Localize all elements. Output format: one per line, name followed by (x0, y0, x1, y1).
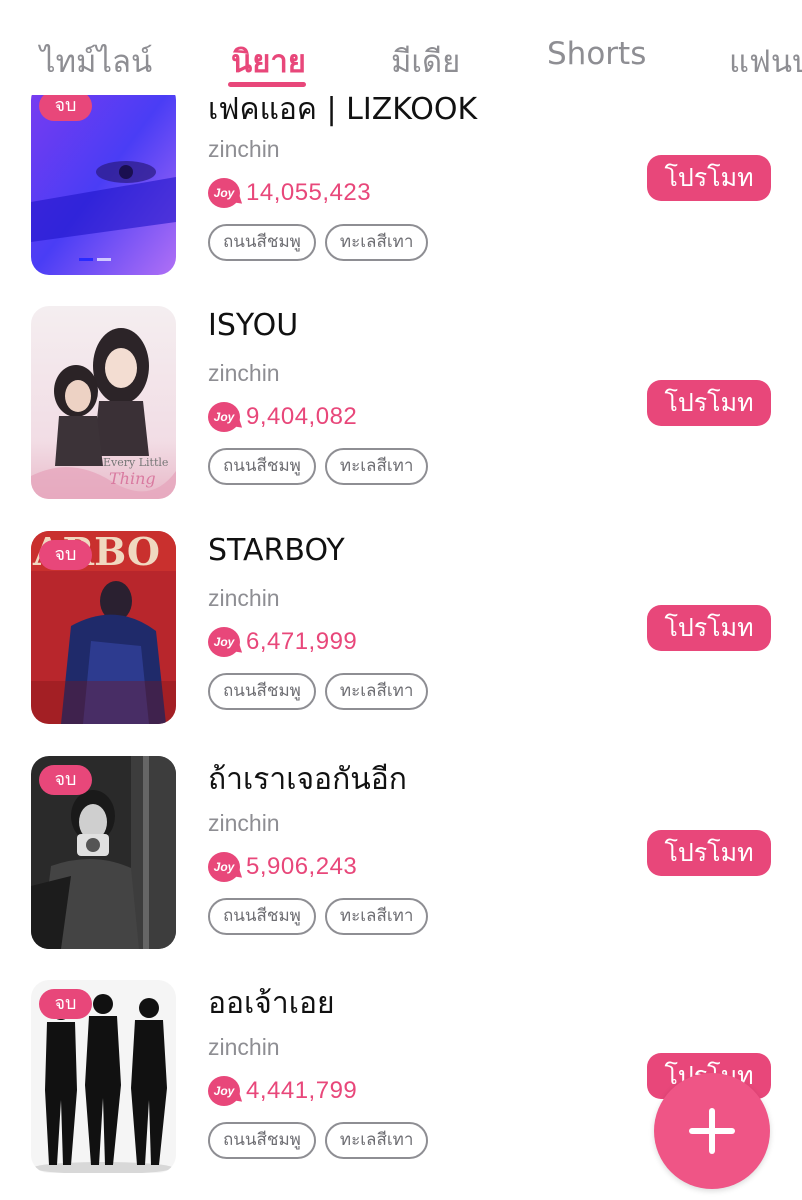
novel-views: Joy 4,441,799 (208, 1075, 357, 1107)
tag-chip[interactable]: ถนนสีชมพู (208, 448, 316, 485)
tab-novels[interactable]: นิยาย (231, 36, 306, 86)
novel-title[interactable]: ออเจ้าเอย (208, 980, 335, 1027)
promote-button[interactable]: โปรโมท (647, 380, 771, 426)
views-count: 9,404,082 (246, 403, 358, 430)
tag-chip[interactable]: ถนนสีชมพู (208, 898, 316, 935)
novel-tags: ถนนสีชมพู ทะเลสีเทา (208, 673, 429, 710)
novel-title[interactable]: ถ้าเราเจอกันอีก (208, 756, 407, 803)
active-tab-indicator (228, 82, 306, 87)
joy-icon: Joy (208, 852, 240, 882)
novel-author[interactable]: zinchin (208, 585, 280, 612)
tag-chip[interactable]: ทะเลสีเทา (324, 1122, 429, 1159)
tag-chip[interactable]: ทะเลสีเทา (324, 898, 429, 935)
views-count: 5,906,243 (246, 853, 358, 880)
novel-item[interactable]: Every Little Thing ISYOU zinchin Joy 9,4… (0, 306, 802, 530)
tag-chip[interactable]: ถนนสีชมพู (208, 224, 316, 261)
novel-cover[interactable]: จบ (31, 756, 176, 949)
novel-author[interactable]: zinchin (208, 1034, 280, 1061)
profile-tab-bar: ไทม์ไลน์ นิยาย มีเดีย Shorts แฟนบ (0, 0, 802, 95)
novel-author[interactable]: zinchin (208, 810, 280, 837)
svg-text:Every Little: Every Little (103, 456, 168, 469)
tab-fanbase[interactable]: แฟนบ (729, 36, 802, 86)
tag-chip[interactable]: ทะเลสีเทา (324, 224, 429, 261)
novel-author[interactable]: zinchin (208, 360, 280, 387)
tab-media[interactable]: มีเดีย (391, 36, 460, 86)
completed-badge: จบ (39, 989, 92, 1019)
novel-tags: ถนนสีชมพู ทะเลสีเทา (208, 448, 429, 485)
joy-icon: Joy (208, 627, 240, 657)
views-count: 14,055,423 (246, 179, 372, 206)
novel-title[interactable]: ISYOU (208, 308, 298, 343)
novel-cover[interactable]: จบ (31, 82, 176, 275)
tab-shorts[interactable]: Shorts (547, 36, 646, 72)
novel-cover[interactable]: จบ (31, 980, 176, 1173)
novel-tags: ถนนสีชมพู ทะเลสีเทา (208, 898, 429, 935)
cover-image-2: Every Little Thing (31, 306, 176, 499)
novel-list: จบ เฟคแอค | LIZKOOK zinchin Joy 14,055,4… (0, 0, 802, 1200)
add-button[interactable] (654, 1073, 770, 1189)
tag-chip[interactable]: ทะเลสีเทา (324, 448, 429, 485)
novel-title[interactable]: STARBOY (208, 533, 345, 568)
tag-chip[interactable]: ถนนสีชมพู (208, 1122, 316, 1159)
joy-icon: Joy (208, 178, 240, 208)
novel-views: Joy 9,404,082 (208, 401, 357, 433)
joy-icon: Joy (208, 402, 240, 432)
views-count: 4,441,799 (246, 1077, 358, 1104)
svg-text:Thing: Thing (109, 469, 156, 488)
novel-author[interactable]: zinchin (208, 136, 280, 163)
promote-button[interactable]: โปรโมท (647, 605, 771, 651)
novel-views: Joy 14,055,423 (208, 177, 371, 209)
completed-badge: จบ (39, 765, 92, 795)
novel-list-screen: จบ เฟคแอค | LIZKOOK zinchin Joy 14,055,4… (0, 0, 802, 1200)
completed-badge: จบ (39, 540, 92, 570)
joy-icon: Joy (208, 1076, 240, 1106)
novel-item[interactable]: จบ เฟคแอค | LIZKOOK zinchin Joy 14,055,4… (0, 82, 802, 306)
promote-button[interactable]: โปรโมท (647, 830, 771, 876)
tag-chip[interactable]: ถนนสีชมพู (208, 673, 316, 710)
novel-views: Joy 5,906,243 (208, 851, 357, 883)
tab-timeline[interactable]: ไทม์ไลน์ (40, 36, 152, 86)
completed-badge: จบ (39, 91, 92, 121)
views-count: 6,471,999 (246, 628, 358, 655)
novel-cover[interactable]: ARBO จบ (31, 531, 176, 724)
novel-views: Joy 6,471,999 (208, 626, 357, 658)
novel-tags: ถนนสีชมพู ทะเลสีเทา (208, 224, 429, 261)
tag-chip[interactable]: ทะเลสีเทา (324, 673, 429, 710)
novel-cover[interactable]: Every Little Thing (31, 306, 176, 499)
novel-item[interactable]: ARBO จบ STARBOY zinchin Joy 6,471,999 ถน… (0, 531, 802, 755)
novel-tags: ถนนสีชมพู ทะเลสีเทา (208, 1122, 429, 1159)
novel-item[interactable]: จบ ถ้าเราเจอกันอีก zinchin Joy 5,906,243… (0, 756, 802, 980)
promote-button[interactable]: โปรโมท (647, 155, 771, 201)
